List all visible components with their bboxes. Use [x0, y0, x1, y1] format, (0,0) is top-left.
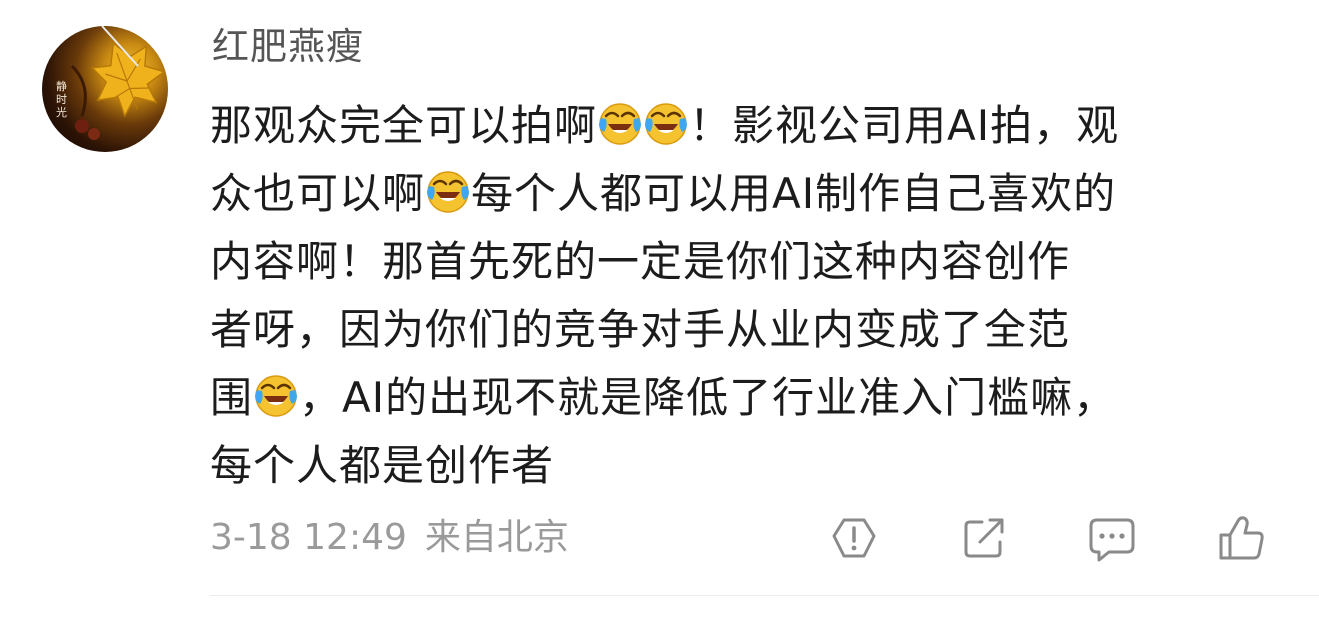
comment-divider [210, 595, 1319, 596]
comment-line: 围 ，AI的出现不就是降低了行业准入门槛嘛， [210, 364, 1290, 432]
comment-text-segment: 内容啊！那首先死的一定是你们这种内容创作 [210, 237, 1071, 286]
exclamation-shield-icon [832, 518, 876, 558]
share-arrow-icon [964, 518, 1004, 558]
comment-text-segment: ，AI的出现不就是降低了行业准入门槛嘛， [299, 373, 1117, 422]
comment-line: 者呀，因为你们的竞争对手从业内变成了全范 [210, 296, 1290, 364]
comment-line: 那观众完全可以拍啊 ！影视公司用AI拍，观 [210, 92, 1290, 160]
laughing-crying-emoji [645, 103, 687, 145]
comment-text-segment: 每个人都可以用AI制作自己喜欢的 [471, 169, 1117, 218]
laughing-crying-emoji [255, 375, 297, 417]
comment-content: 那观众完全可以拍啊 ！影视公司用AI拍，观众也可以啊 每个人都可以用AI制作自己喜欢… [210, 92, 1290, 500]
comment-text-segment: 每个人都是创作者 [210, 441, 555, 490]
comment-text-segment: 者呀，因为你们的竞争对手从业内变成了全范 [210, 305, 1071, 354]
comment-line: 每个人都是创作者 [210, 432, 1290, 500]
report-button[interactable] [828, 512, 880, 564]
reply-button[interactable] [1086, 512, 1138, 564]
comment-username[interactable]: 红肥燕瘦 [212, 22, 364, 72]
avatar[interactable]: 静时光 [42, 26, 168, 152]
comment-actions [0, 512, 1319, 564]
comment-text-segment: ！影视公司用AI拍，观 [689, 101, 1120, 150]
speech-bubble-icon [1089, 518, 1135, 562]
thumbs-up-icon [1219, 516, 1264, 560]
avatar-watermark: 静时光 [56, 80, 67, 119]
laughing-crying-emoji [599, 103, 641, 145]
comment-line: 内容啊！那首先死的一定是你们这种内容创作 [210, 228, 1290, 296]
comment-text-segment: 那观众完全可以拍啊 [210, 101, 598, 150]
comment-line: 众也可以啊 每个人都可以用AI制作自己喜欢的 [210, 160, 1290, 228]
share-button[interactable] [958, 512, 1010, 564]
comment-text-segment: 众也可以啊 [210, 169, 426, 218]
laughing-crying-emoji [427, 171, 469, 213]
like-button[interactable] [1216, 512, 1268, 564]
comment-text-segment: 围 [210, 373, 254, 422]
